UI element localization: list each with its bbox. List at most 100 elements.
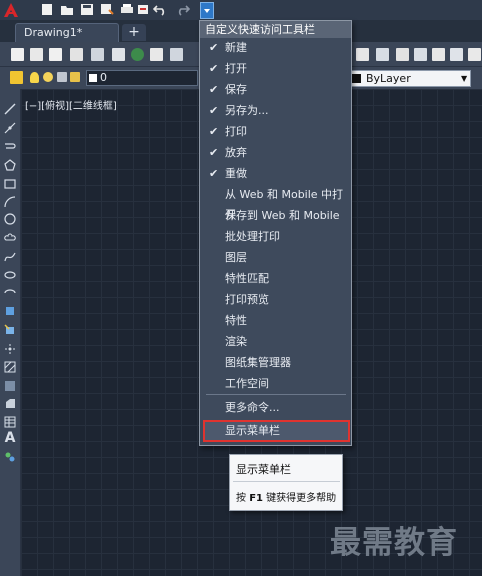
menu-item-render[interactable]: 渲染: [200, 332, 351, 352]
color-swatch: [352, 74, 361, 83]
new-icon[interactable]: [11, 48, 24, 61]
render-icon[interactable]: [131, 48, 144, 61]
polygon-icon[interactable]: [4, 159, 16, 171]
menu-item-redo[interactable]: ✔ 重做: [200, 164, 351, 184]
cut-icon[interactable]: [150, 48, 163, 61]
menu-item-layer[interactable]: 图层: [200, 248, 351, 268]
region-icon[interactable]: [4, 398, 16, 410]
new-tab-button[interactable]: +: [122, 24, 146, 41]
viewport-controls-label[interactable]: [−][俯视][二维线框]: [25, 97, 117, 112]
save-icon[interactable]: [49, 48, 62, 61]
publish-icon[interactable]: [112, 48, 125, 61]
make-block-icon[interactable]: [4, 324, 16, 336]
lock-icon[interactable]: [70, 72, 80, 82]
menu-item-label: 更多命令...: [225, 401, 280, 414]
check-icon: ✔: [209, 104, 219, 117]
polyline-icon[interactable]: [4, 141, 16, 153]
tooltip-divider: [233, 481, 340, 482]
layer-color-swatch: [89, 74, 97, 82]
menu-item-label: 保存到 Web 和 Mobile: [225, 209, 340, 222]
menu-separator: [206, 394, 346, 395]
print-preview-icon[interactable]: [91, 48, 104, 61]
menu-item-save-web-mobile[interactable]: 保存到 Web 和 Mobile: [200, 206, 351, 226]
check-icon: ✔: [209, 62, 219, 75]
open-icon[interactable]: [30, 48, 43, 61]
menu-item-properties[interactable]: 特性: [200, 311, 351, 331]
menu-item-label: 放弃: [225, 146, 247, 159]
check-icon: ✔: [209, 41, 219, 54]
menu-item-print[interactable]: ✔ 打印: [200, 122, 351, 142]
multiline-text-icon[interactable]: A: [3, 431, 17, 445]
menu-item-label: 图纸集管理器: [225, 356, 291, 369]
revision-cloud-icon[interactable]: [4, 232, 16, 244]
quick-access-toolbar: [0, 0, 482, 21]
hatch-icon[interactable]: [4, 361, 16, 373]
menu-item-open-web-mobile[interactable]: 从 Web 和 Mobile 中打开: [200, 185, 351, 221]
menu-item-new[interactable]: ✔ 新建: [200, 38, 351, 58]
menu-item-more-commands[interactable]: 更多命令...: [200, 398, 351, 418]
sun-icon[interactable]: [43, 72, 53, 82]
lightbulb-icon[interactable]: [30, 72, 39, 83]
menu-item-label: 工作空间: [225, 377, 269, 390]
spline-icon[interactable]: [4, 251, 16, 263]
menu-item-workspace[interactable]: 工作空间: [200, 374, 351, 394]
layer-properties-icon[interactable]: [10, 71, 23, 84]
undo-icon[interactable]: [153, 3, 167, 16]
save-icon[interactable]: [80, 3, 94, 16]
menu-header: 自定义快速访问工具栏: [200, 21, 351, 38]
markup-icon[interactable]: [468, 48, 481, 61]
menu-item-undo[interactable]: ✔ 放弃: [200, 143, 351, 163]
menu-item-label: 打印预览: [225, 293, 269, 306]
check-icon: ✔: [209, 167, 219, 180]
rectangle-icon[interactable]: [4, 178, 16, 190]
insert-block-icon[interactable]: [4, 305, 16, 317]
print-icon[interactable]: [120, 3, 134, 16]
construction-line-icon[interactable]: [4, 122, 16, 134]
sheet-set-icon[interactable]: [450, 48, 463, 61]
tooltip-help-key: F1: [249, 493, 263, 504]
draw-palette: A: [0, 89, 21, 576]
menu-item-batch-plot[interactable]: 批处理打印: [200, 227, 351, 247]
ellipse-arc-icon[interactable]: [4, 287, 16, 299]
add-selected-icon[interactable]: [4, 451, 16, 463]
tab-drawing1[interactable]: Drawing1*: [15, 23, 119, 42]
tool-palettes-icon[interactable]: [432, 48, 445, 61]
menu-item-plot-preview[interactable]: 打印预览: [200, 290, 351, 310]
autocad-logo-icon[interactable]: [2, 1, 20, 19]
menu-item-label: 显示菜单栏: [225, 424, 280, 437]
plot-icon[interactable]: [70, 48, 83, 61]
table-icon[interactable]: [4, 416, 16, 428]
zoom-previous-icon[interactable]: [376, 48, 389, 61]
check-icon: ✔: [209, 83, 219, 96]
chevron-down-icon: [204, 9, 210, 13]
menu-item-label: 打开: [225, 62, 247, 75]
current-layer-label: 0: [100, 71, 107, 84]
redo-icon[interactable]: [176, 3, 190, 16]
save-as-icon[interactable]: [100, 3, 114, 16]
arc-icon[interactable]: [4, 196, 16, 208]
viewport-freeze-icon[interactable]: [57, 72, 67, 82]
line-icon[interactable]: [4, 103, 16, 115]
menu-item-label: 新建: [225, 41, 247, 54]
chevron-down-icon: ▼: [461, 74, 468, 83]
menu-item-save-as[interactable]: ✔ 另存为...: [200, 101, 351, 121]
properties-icon[interactable]: [396, 48, 409, 61]
qat-dropdown-button[interactable]: [200, 2, 214, 19]
menu-item-match-properties[interactable]: 特性匹配: [200, 269, 351, 289]
new-icon[interactable]: [40, 3, 54, 16]
menu-item-label: 保存: [225, 83, 247, 96]
point-icon[interactable]: [4, 343, 16, 355]
design-center-icon[interactable]: [414, 48, 427, 61]
open-icon[interactable]: [60, 3, 74, 16]
menu-item-open[interactable]: ✔ 打开: [200, 59, 351, 79]
gradient-icon[interactable]: [4, 380, 16, 392]
ellipse-icon[interactable]: [4, 269, 16, 281]
menu-item-show-menu-bar[interactable]: 显示菜单栏: [200, 421, 351, 441]
menu-item-label: 打印: [225, 125, 247, 138]
plot-icon[interactable]: [136, 3, 150, 16]
circle-icon[interactable]: [4, 213, 16, 225]
menu-item-sheet-set-manager[interactable]: 图纸集管理器: [200, 353, 351, 373]
zoom-window-icon[interactable]: [356, 48, 369, 61]
copy-icon[interactable]: [170, 48, 183, 61]
menu-item-save[interactable]: ✔ 保存: [200, 80, 351, 100]
